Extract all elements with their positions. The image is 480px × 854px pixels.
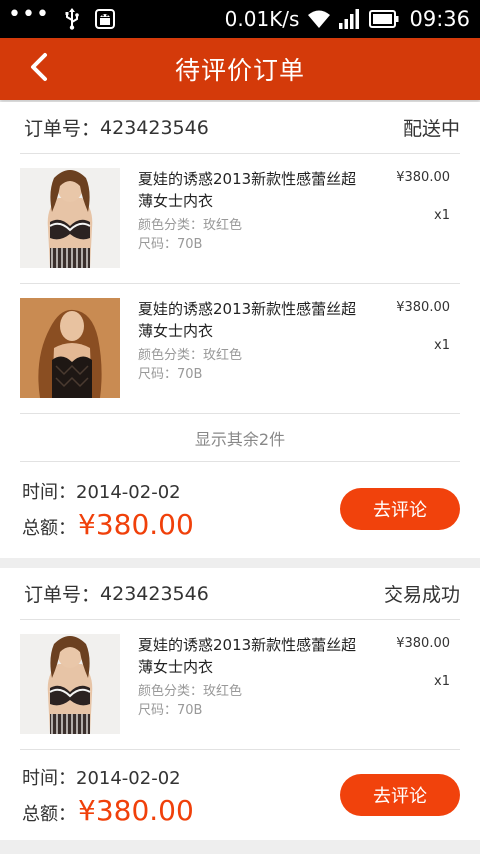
product-size: 尺码：70B	[138, 367, 203, 382]
product-color: 颜色分类：玫红色	[138, 348, 243, 363]
back-arrow-icon	[29, 52, 49, 86]
clock: 09:36	[409, 7, 470, 31]
order-number: 423423546	[100, 582, 209, 605]
order-summary: 时间：2014-02-02 总额： ¥380.00 去评论	[22, 750, 460, 836]
total-label: 总额：	[22, 518, 76, 539]
product-image	[20, 634, 120, 734]
product-size: 尺码：70B	[138, 237, 203, 252]
total-amount: ¥380.00	[78, 508, 194, 541]
usb-icon	[64, 8, 80, 30]
status-right: 0.01K/s 09:36	[225, 7, 470, 31]
product-price: ¥380.00	[396, 170, 450, 185]
order-summary: 时间：2014-02-02 总额： ¥380.00 去评论	[22, 464, 460, 550]
back-button[interactable]	[22, 52, 56, 86]
review-button[interactable]: 去评论	[340, 488, 460, 530]
order-header: 订单号： 423423546 交易成功	[20, 568, 460, 620]
product-title: 夏娃的诱惑2013新款性感蕾丝超薄女士内衣	[138, 636, 357, 676]
total-amount: ¥380.00	[78, 794, 194, 827]
product-image	[20, 298, 120, 398]
show-more-button[interactable]: 显示其余2件	[20, 414, 460, 462]
wifi-icon	[307, 9, 331, 29]
order-total: 总额： ¥380.00	[22, 794, 194, 827]
order-number-label: 订单号：	[24, 118, 101, 140]
total-label: 总额：	[22, 804, 76, 825]
status-bar: ••• 0.01K/s 09:36	[0, 0, 480, 38]
notification-dots: •••	[8, 2, 50, 27]
product-price: ¥380.00	[396, 300, 450, 315]
order-id: 订单号： 423423546	[20, 114, 209, 141]
order-time: 时间：2014-02-02	[22, 482, 181, 503]
order-time: 时间：2014-02-02	[22, 768, 181, 789]
order-card: 订单号： 423423546 交易成功 夏娃的诱惑2013新款性感蕾丝超薄女士内…	[0, 568, 480, 840]
page-title: 待评价订单	[174, 56, 305, 85]
product-quantity: x1	[434, 338, 450, 353]
order-status: 配送中	[402, 118, 460, 140]
product-size: 尺码：70B	[138, 703, 203, 718]
product-title: 夏娃的诱惑2013新款性感蕾丝超薄女士内衣	[138, 300, 357, 340]
product-item[interactable]: 夏娃的诱惑2013新款性感蕾丝超薄女士内衣 颜色分类：玫红色 尺码：70B ¥3…	[20, 284, 460, 414]
network-speed: 0.01K/s	[224, 7, 300, 31]
status-left: •••	[8, 4, 116, 30]
product-title: 夏娃的诱惑2013新款性感蕾丝超薄女士内衣	[138, 170, 357, 210]
battery-icon	[369, 10, 399, 28]
product-image	[20, 168, 120, 268]
order-number-label: 订单号：	[24, 584, 101, 606]
order-card: 订单号： 423423546 配送中 夏娃的诱惑2013新款性感蕾丝超薄女士内衣…	[0, 102, 480, 558]
order-id: 订单号： 423423546	[20, 580, 209, 607]
product-item[interactable]: 夏娃的诱惑2013新款性感蕾丝超薄女士内衣 颜色分类：玫红色 尺码：70B ¥3…	[20, 154, 460, 284]
order-total: 总额： ¥380.00	[22, 508, 194, 541]
product-price: ¥380.00	[396, 636, 450, 651]
android-debug-icon	[94, 8, 116, 30]
review-button[interactable]: 去评论	[340, 774, 460, 816]
signal-icon	[339, 9, 361, 29]
product-color: 颜色分类：玫红色	[138, 218, 243, 233]
product-quantity: x1	[434, 674, 450, 689]
title-bar: 待评价订单	[0, 38, 480, 100]
order-header: 订单号： 423423546 配送中	[20, 102, 460, 154]
product-item[interactable]: 夏娃的诱惑2013新款性感蕾丝超薄女士内衣 颜色分类：玫红色 尺码：70B ¥3…	[20, 620, 460, 750]
product-quantity: x1	[434, 208, 450, 223]
order-number: 423423546	[100, 116, 209, 139]
order-status: 交易成功	[383, 584, 460, 606]
product-color: 颜色分类：玫红色	[138, 684, 243, 699]
